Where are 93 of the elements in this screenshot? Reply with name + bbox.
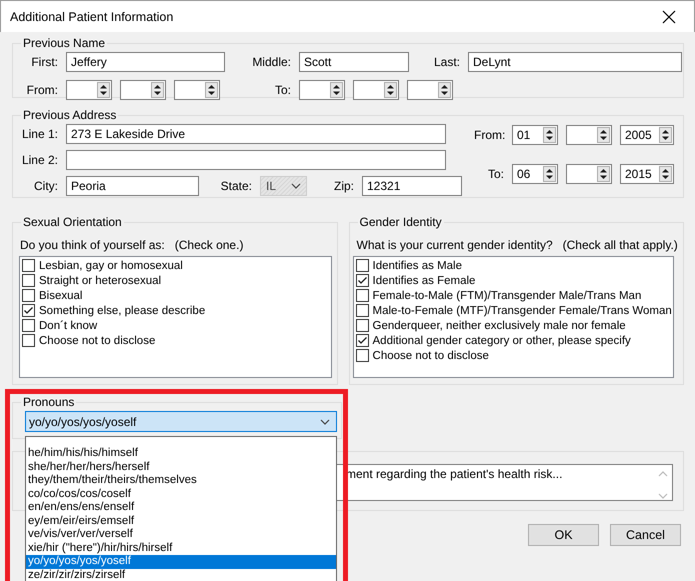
group-title: Gender Identity: [358, 215, 443, 229]
spinner-field[interactable]: 2005: [620, 125, 674, 145]
checkbox-label[interactable]: Identifies as Female: [372, 274, 476, 286]
cancel-button[interactable]: Cancel: [610, 524, 681, 546]
spinner-field[interactable]: [566, 125, 612, 145]
field-label: From:: [26, 83, 58, 97]
spinner-field[interactable]: [299, 80, 345, 100]
checkbox-label[interactable]: Male-to-Female (MTF)/Transgender Female/Trans Woman: [372, 304, 672, 316]
spin-arrows-icon[interactable]: [597, 166, 610, 182]
field-label: Line 2:: [20, 153, 58, 167]
dropdown-option[interactable]: they/them/their/theirs/themselves: [26, 474, 336, 488]
checkbox[interactable]: [22, 259, 35, 272]
chevron-icon: [291, 183, 301, 189]
checkbox[interactable]: [22, 304, 35, 317]
spin-arrows-icon[interactable]: [659, 127, 672, 143]
field-label: Middle:: [251, 55, 291, 69]
checkbox[interactable]: [356, 334, 369, 347]
text-field[interactable]: 273 E Lakeside Drive: [66, 124, 446, 144]
spin-arrows-icon[interactable]: [205, 82, 218, 98]
checkbox-label[interactable]: Choose not to disclose: [39, 334, 156, 346]
text-field[interactable]: Peoria: [66, 176, 199, 196]
checkbox[interactable]: [22, 289, 35, 302]
dropdown-option[interactable]: ze/zir/zir/zirs/zirself: [26, 568, 336, 581]
field-label: First:: [30, 55, 58, 69]
spin-arrows-icon[interactable]: [97, 82, 110, 98]
window-title: Additional Patient Information: [10, 10, 174, 24]
text-field[interactable]: Scott: [299, 52, 409, 72]
question-text: Do you think of yourself as: (Check one.): [20, 238, 244, 253]
checkbox-label[interactable]: Don´t know: [39, 320, 98, 332]
spin-arrows-icon[interactable]: [597, 127, 610, 143]
dropdown-option[interactable]: xie/hir ("here")/hir/hirs/hirself: [26, 542, 336, 555]
checkbox[interactable]: [356, 319, 369, 332]
checkbox[interactable]: [356, 259, 369, 272]
spin-arrows-icon[interactable]: [330, 82, 343, 98]
checkbox-label[interactable]: Lesbian, gay or homosexual: [39, 260, 183, 272]
text-field[interactable]: Jeffery: [66, 52, 225, 72]
field-label: State:: [220, 179, 252, 193]
spin-arrows-icon[interactable]: [151, 82, 164, 98]
checkbox[interactable]: [22, 319, 35, 332]
checkbox-label[interactable]: Straight or heterosexual: [39, 274, 162, 286]
spinner-field[interactable]: [353, 80, 399, 100]
close-icon[interactable]: [662, 10, 676, 24]
spin-arrows-icon[interactable]: [543, 166, 556, 182]
state-dropdown[interactable]: IL: [260, 176, 307, 196]
field-label: Zip:: [332, 179, 354, 193]
dropdown-option[interactable]: ve/vis/ver/ver/verself: [26, 528, 336, 542]
checkbox-label[interactable]: Identifies as Male: [372, 260, 462, 272]
checkbox-label[interactable]: Genderqueer, neither exclusively male nor female: [372, 320, 626, 332]
spin-arrows-icon[interactable]: [659, 166, 672, 182]
spinner-field[interactable]: [174, 80, 220, 100]
checkbox[interactable]: [356, 289, 369, 302]
checkbox-label[interactable]: Bisexual: [39, 290, 82, 302]
spinner-field[interactable]: [66, 80, 112, 100]
spinner-field[interactable]: [407, 80, 453, 100]
ok-button[interactable]: OK: [528, 524, 599, 546]
dropdown-option[interactable]: ey/em/eir/eirs/emself: [26, 514, 336, 528]
checkbox[interactable]: [356, 349, 369, 362]
checkbox-label[interactable]: Female-to-Male (FTM)/Transgender Male/Trans Man: [372, 290, 642, 302]
group-title: Previous Name: [22, 36, 106, 50]
field-label: Last:: [432, 55, 460, 69]
dropdown-option[interactable]: he/him/his/his/himself: [26, 447, 336, 460]
field-label: To:: [274, 83, 291, 97]
checkbox[interactable]: [356, 304, 369, 317]
spin-arrows-icon[interactable]: [438, 82, 451, 98]
field-label: To:: [486, 167, 504, 181]
field-label: City:: [33, 179, 58, 193]
text-field[interactable]: 12321: [362, 176, 462, 196]
field-label: Line 1:: [20, 127, 58, 141]
text-field[interactable]: [66, 150, 446, 170]
checkbox-label[interactable]: Something else, please describe: [39, 304, 206, 316]
spin-arrows-icon[interactable]: [384, 82, 397, 98]
spin-arrows-icon[interactable]: [543, 127, 556, 143]
text-field[interactable]: DeLynt: [468, 52, 682, 72]
dropdown-option[interactable]: en/en/ens/ens/enself: [26, 501, 336, 514]
chevron-icon: [320, 418, 330, 424]
spinner-field[interactable]: [120, 80, 166, 100]
spinner-field[interactable]: 2015: [620, 164, 674, 184]
group-title: Sexual Orientation: [22, 215, 123, 229]
checkbox-label[interactable]: Choose not to disclose: [372, 350, 489, 362]
dropdown-option[interactable]: yo/yo/yos/yos/yoself: [26, 555, 336, 568]
checkbox[interactable]: [356, 274, 369, 287]
checkbox-label[interactable]: Additional gender category or other, please specify: [372, 334, 631, 346]
spinner-field[interactable]: 06: [512, 164, 558, 184]
checkbox[interactable]: [22, 274, 35, 287]
spinner-field[interactable]: [566, 164, 612, 184]
pronouns-dropdown[interactable]: yo/yo/yos/yos/yoself: [25, 411, 337, 432]
question-text: What is your current gender identity? (Check all that apply.): [356, 238, 679, 253]
field-label: From:: [474, 128, 504, 142]
group-title: Pronouns: [22, 395, 76, 409]
dropdown-option[interactable]: co/co/cos/cos/coself: [26, 488, 336, 501]
group-title: Previous Address: [22, 108, 118, 122]
checkbox[interactable]: [22, 334, 35, 347]
spinner-field[interactable]: 01: [512, 125, 558, 145]
